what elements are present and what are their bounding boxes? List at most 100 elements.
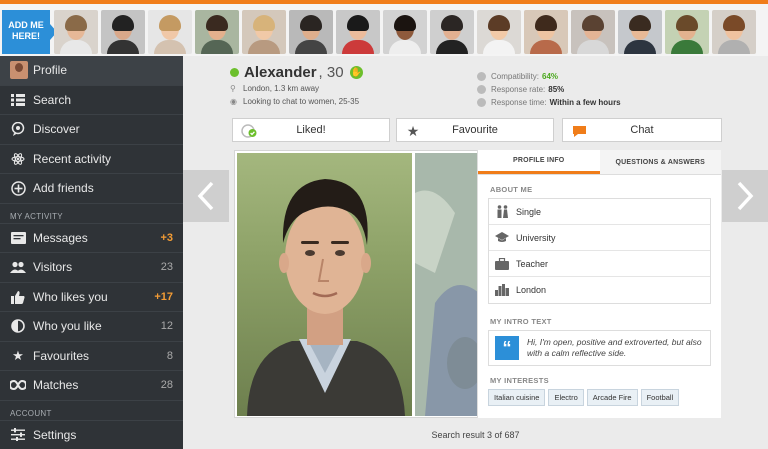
sidebar-item-label: Visitors [33, 260, 73, 275]
city-icon [495, 283, 509, 297]
member-avatar[interactable] [618, 10, 662, 54]
member-avatar[interactable] [195, 10, 239, 54]
sidebar-item-visitors[interactable]: Visitors 23 [0, 253, 183, 283]
chat-bubble-icon [571, 123, 587, 139]
matches-count: 28 [160, 379, 173, 392]
top-photo-strip: ADD ME HERE! [0, 0, 768, 56]
sidebar-item-who-likes-you[interactable]: Who likes you +17 [0, 283, 183, 312]
compatibility-stat: Compatibility: 64% [477, 72, 558, 81]
intro-box: “ Hi, I'm open, positive and extroverted… [488, 330, 711, 366]
about-label: Teacher [516, 258, 549, 269]
sidebar-item-label: Recent activity [33, 151, 112, 166]
favourite-button[interactable]: ★ Favourite [396, 118, 554, 142]
avatar-row [54, 10, 756, 54]
liked-button[interactable]: Liked! [232, 118, 390, 142]
sidebar-item-label: Favourites [33, 348, 90, 363]
sidebar-item-discover[interactable]: Discover [0, 115, 183, 145]
compatibility-label: Compatibility: [491, 72, 540, 81]
eye-icon: ◉ [230, 97, 237, 106]
plus-circle-icon [10, 180, 26, 196]
response-rate-label: Response rate: [491, 85, 546, 94]
sidebar-item-matches[interactable]: Matches 28 [0, 371, 183, 401]
about-relationship: Single [489, 199, 710, 225]
member-avatar[interactable] [571, 10, 615, 54]
star-icon: ★ [12, 347, 24, 363]
atom-icon [10, 151, 26, 167]
heart-half-icon [10, 318, 26, 334]
sidebar-item-label: Profile [33, 63, 68, 78]
sidebar-item-label: Settings [33, 427, 77, 442]
profile-looking-for: Looking to chat to women, 25-35 [243, 97, 360, 106]
chevron-right-icon [737, 181, 754, 211]
tab-profile-info[interactable]: PROFILE INFO [478, 150, 600, 174]
interest-tag[interactable]: Football [640, 389, 680, 406]
profile-age: , 30 [318, 64, 344, 81]
member-avatar[interactable] [336, 10, 380, 54]
member-avatar[interactable] [665, 10, 709, 54]
member-avatar[interactable] [430, 10, 474, 54]
add-me-button[interactable]: ADD ME HERE! [2, 10, 57, 54]
visitors-count: 23 [160, 261, 173, 274]
member-avatar[interactable] [289, 10, 333, 54]
member-avatar[interactable] [148, 10, 192, 54]
profile-photo[interactable] [237, 153, 412, 416]
intro-title: MY INTRO TEXT [490, 317, 552, 326]
star-icon: ★ [406, 122, 420, 139]
profile-info-panel: PROFILE INFO QUESTIONS & ANSWERS ABOUT M… [477, 150, 721, 418]
chevron-left-icon [197, 181, 214, 211]
sidebar-item-add-friends[interactable]: Add friends [0, 174, 183, 204]
favourites-count: 8 [166, 349, 173, 362]
member-avatar[interactable] [54, 10, 98, 54]
next-profile-button[interactable] [722, 170, 768, 222]
interest-tag[interactable]: Arcade Fire [586, 389, 638, 406]
portrait-illustration [247, 179, 405, 416]
interest-tag[interactable]: Italian cuisine [488, 389, 546, 406]
sidebar-item-label: Discover [33, 122, 80, 137]
panel-tabs: PROFILE INFO QUESTIONS & ANSWERS [478, 150, 721, 175]
sidebar-item-settings[interactable]: Settings [0, 421, 183, 449]
clock-icon [477, 98, 486, 107]
previous-profile-button[interactable] [183, 170, 229, 222]
people-icon [495, 205, 509, 219]
favourite-label: Favourite [452, 124, 498, 136]
main-content: Alexander , 30 ✋ ⚲ London, 1.3 km away ◉… [183, 56, 768, 449]
infinity-icon [10, 377, 26, 393]
member-avatar[interactable] [383, 10, 427, 54]
messages-count-badge: +3 [160, 231, 173, 244]
chat-button[interactable]: Chat [562, 118, 722, 142]
about-label: London [516, 285, 547, 295]
compatibility-value: 64% [542, 72, 559, 81]
profile-name: Alexander [244, 64, 317, 81]
sidebar-item-search[interactable]: Search [0, 86, 183, 115]
sidebar-item-label: Messages [33, 230, 88, 245]
location-line: ⚲ London, 1.3 km away [230, 84, 319, 93]
sidebar-item-favourites[interactable]: ★ Favourites 8 [0, 342, 183, 371]
about-me-title: ABOUT ME [490, 185, 533, 194]
member-avatar[interactable] [101, 10, 145, 54]
tab-questions-answers[interactable]: QUESTIONS & ANSWERS [599, 150, 721, 174]
online-status-dot [230, 68, 239, 77]
sidebar-item-messages[interactable]: Messages +3 [0, 224, 183, 253]
member-avatar[interactable] [242, 10, 286, 54]
profile-location: London, 1.3 km away [243, 84, 320, 93]
member-avatar[interactable] [524, 10, 568, 54]
next-photo-preview[interactable] [415, 153, 479, 416]
sidebar-item-recent-activity[interactable]: Recent activity [0, 145, 183, 174]
profile-header: Alexander , 30 ✋ [230, 64, 363, 81]
intro-text: Hi, I'm open, positive and extroverted, … [527, 337, 702, 358]
member-avatar[interactable] [477, 10, 521, 54]
sidebar-item-who-you-like[interactable]: Who you like 12 [0, 312, 183, 342]
quote-icon: “ [495, 336, 519, 360]
interest-tag[interactable]: Electro [548, 389, 584, 406]
liked-label: Liked! [296, 124, 326, 136]
sidebar: Profile Search Discover Recent activity … [0, 56, 183, 449]
response-rate-stat: Response rate: 85% [477, 85, 564, 94]
chat-label: Chat [630, 124, 654, 136]
response-time-label: Response time: [491, 98, 547, 107]
sidebar-item-label: Who likes you [33, 289, 108, 304]
member-avatar[interactable] [712, 10, 756, 54]
sidebar-item-profile[interactable]: Profile [0, 56, 183, 86]
about-label: University [516, 232, 556, 243]
about-me-list: Single University Teacher London [488, 198, 711, 304]
looking-for-line: ◉ Looking to chat to women, 25-35 [230, 97, 359, 106]
